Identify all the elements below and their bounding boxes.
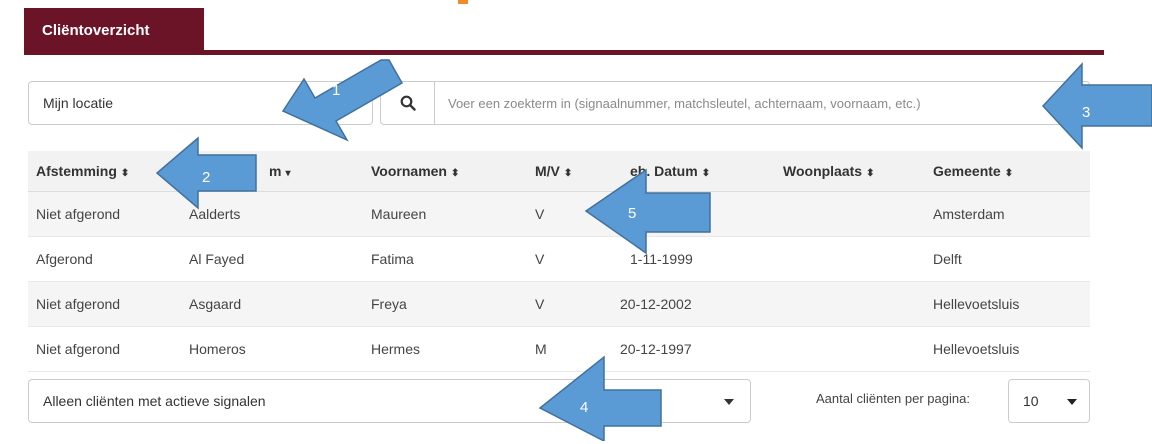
cell-afstemming: Niet afgerond <box>28 281 181 327</box>
cell-gemeente: Hellevoetsluis <box>925 326 1090 372</box>
cell-mv: V <box>527 236 612 282</box>
location-select[interactable]: Mijn locatie <box>28 81 373 125</box>
per-page-label: Aantal cliënten per pagina: <box>816 391 970 406</box>
cell-geb-datum: 1-11-1999 <box>612 236 775 282</box>
cell-geb-datum <box>612 191 775 237</box>
table-row[interactable]: Afgerond Al Fayed Fatima V 1-11-1999 Del… <box>28 236 1090 282</box>
cell-woonplaats <box>775 236 925 282</box>
sort-icon: ⬍ <box>563 168 573 179</box>
cell-voornamen: Maureen <box>363 191 527 237</box>
search-button[interactable] <box>380 81 434 125</box>
header-woonplaats[interactable]: Woonplaats ⬍ <box>775 151 925 192</box>
sort-desc-icon: ▾ <box>285 168 291 179</box>
cell-woonplaats <box>775 191 925 237</box>
cell-voornamen: Fatima <box>363 236 527 282</box>
sort-icon: ⬍ <box>866 168 875 179</box>
cell-voornamen: Hermes <box>363 326 527 372</box>
cell-woonplaats <box>775 281 925 327</box>
chevron-down-icon <box>1067 399 1077 405</box>
cell-achternaam: Asgaard <box>181 281 363 327</box>
per-page-value: 10 <box>1023 393 1039 409</box>
cell-mv: M <box>527 326 612 372</box>
signal-filter-select[interactable]: Alleen cliënten met actieve signalen <box>28 379 751 423</box>
chevron-down-icon <box>724 399 734 405</box>
header-achternaam[interactable]: m ▾ <box>181 151 363 192</box>
cell-afstemming: Niet afgerond <box>28 191 181 237</box>
per-page-select[interactable]: 10 <box>1008 379 1090 423</box>
cell-afstemming: Afgerond <box>28 236 181 282</box>
table-row[interactable]: Niet afgerond Homeros Hermes M 20-12-199… <box>28 326 1090 372</box>
cell-mv: V <box>527 281 612 327</box>
sort-icon: ⬍ <box>120 168 130 179</box>
table-row[interactable]: Niet afgerond Asgaard Freya V 20-12-2002… <box>28 281 1090 327</box>
filter-value: Alleen cliënten met actieve signalen <box>43 393 266 409</box>
cell-achternaam: Homeros <box>181 326 363 372</box>
header-gemeente[interactable]: Gemeente ⬍ <box>925 151 1090 192</box>
cell-afstemming: Niet afgerond <box>28 326 181 372</box>
cell-gemeente: Amsterdam <box>925 191 1090 237</box>
table-row[interactable]: Niet afgerond Aalderts Maureen V Amsterd… <box>28 191 1090 237</box>
cell-voornamen: Freya <box>363 281 527 327</box>
tab-underline <box>24 50 1104 55</box>
search-input[interactable] <box>434 81 1090 125</box>
header-voornamen[interactable]: Voornamen ⬍ <box>363 151 527 192</box>
cell-geb-datum: 20-12-2002 <box>612 281 775 327</box>
sort-icon: ⬍ <box>450 168 460 179</box>
cell-gemeente: Hellevoetsluis <box>925 281 1090 327</box>
search-icon <box>400 95 416 111</box>
location-value: Mijn locatie <box>43 95 114 111</box>
accent-mark <box>458 0 468 4</box>
cell-achternaam: Al Fayed <box>181 236 363 282</box>
tab-clientoverzicht[interactable]: Cliëntoverzicht <box>24 8 204 52</box>
table-header-row: Afstemming ⬍ m ▾ Voornamen ⬍ M/V ⬍ eb. Datum… <box>28 151 1090 192</box>
header-mv[interactable]: M/V ⬍ <box>527 151 612 192</box>
cell-geb-datum: 20-12-1997 <box>612 326 775 372</box>
client-table: Afstemming ⬍ m ▾ Voornamen ⬍ M/V ⬍ eb. Datum… <box>28 151 1090 372</box>
sort-icon: ⬍ <box>1004 168 1014 179</box>
header-geb-datum[interactable]: eb. Datum ⬍ <box>612 151 775 192</box>
cell-achternaam: Aalderts <box>181 191 363 237</box>
cell-mv: V <box>527 191 612 237</box>
sort-icon: ⬍ <box>701 168 711 179</box>
cell-woonplaats <box>775 326 925 372</box>
header-afstemming[interactable]: Afstemming ⬍ <box>28 151 181 192</box>
cell-gemeente: Delft <box>925 236 1090 282</box>
